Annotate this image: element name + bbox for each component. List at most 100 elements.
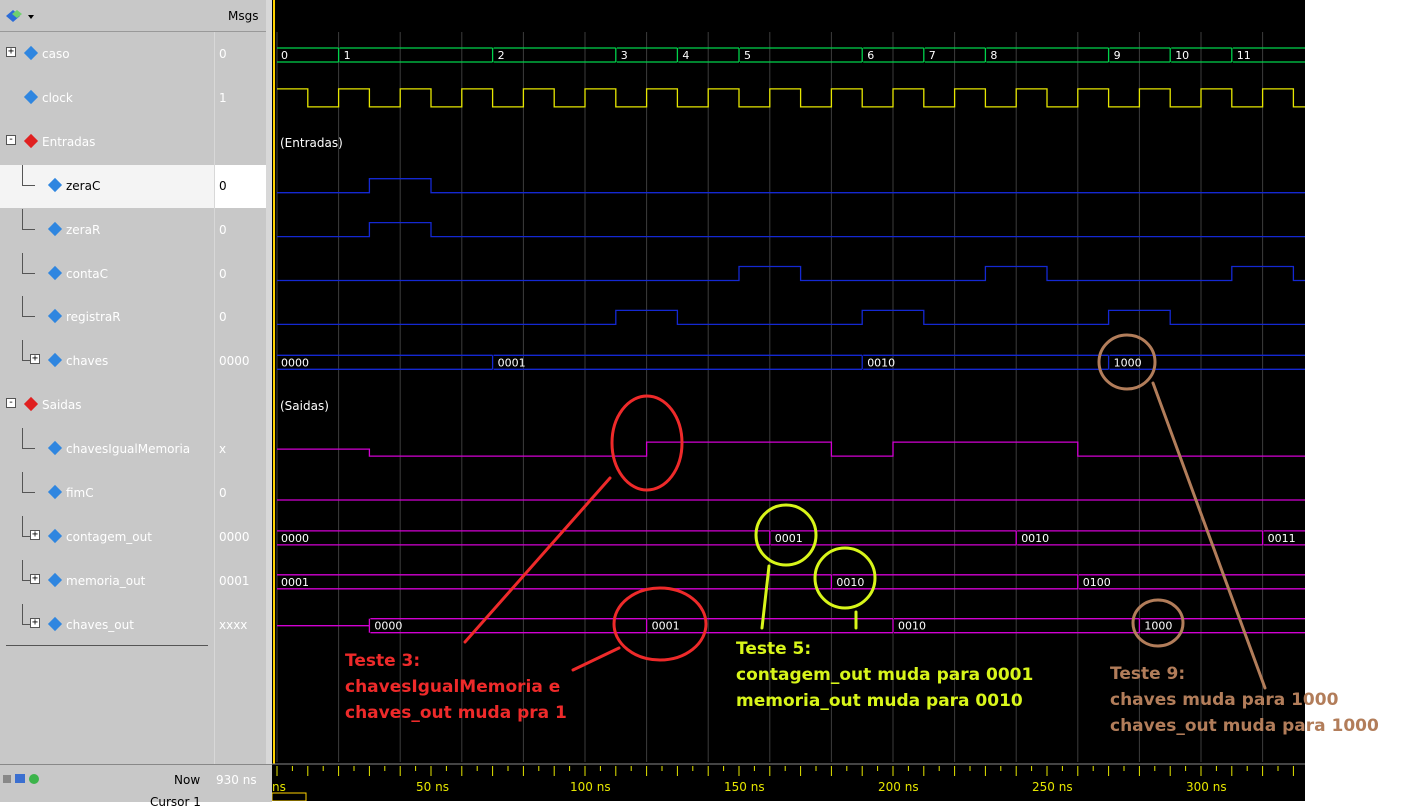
bus-value-label-chaves_out: 0000	[374, 620, 402, 633]
annotation-teste-3: Teste 3: chavesIgualMemoria e chaves_out…	[345, 648, 567, 726]
tree-connector	[22, 164, 35, 186]
signal-value: 0000	[219, 529, 250, 544]
bus-value-label-chaves: 0010	[867, 356, 895, 369]
signal-row-contagem_out[interactable]: + contagem_out	[0, 515, 214, 559]
bus-value-label-memoria_out: 0100	[1083, 576, 1111, 589]
timeline-tick-label: 100 ns	[570, 780, 611, 794]
signal-name: caso	[42, 47, 70, 61]
annotation-teste-9-title: Teste 9:	[1110, 664, 1186, 684]
timeline-tick-label: ns	[272, 780, 286, 794]
signal-diamond-icon	[47, 221, 63, 236]
signal-row-fimC[interactable]: fimC	[0, 472, 214, 515]
signal-diamond-icon	[47, 441, 63, 456]
toolbar-icons[interactable]	[2, 771, 42, 785]
signal-row-caso[interactable]: + caso	[0, 33, 214, 76]
now-label: Now	[174, 773, 201, 787]
expand-icon[interactable]: +	[30, 354, 40, 365]
now-value: 930 ns	[216, 773, 257, 787]
bit-wave-zeraR	[277, 221, 1305, 238]
annotation-teste-5-title: Teste 5:	[736, 639, 812, 659]
collapse-icon[interactable]: -	[6, 134, 16, 145]
expand-icon[interactable]: +	[30, 529, 40, 540]
tree-connector	[22, 208, 35, 230]
cursor-label: Cursor 1	[150, 795, 201, 809]
group-label-Saidas: (Saidas)	[280, 399, 329, 413]
wave-header-band	[272, 0, 1305, 32]
signal-name: chavesIgualMemoria	[66, 442, 191, 457]
bus-value-label-chaves: 0001	[498, 356, 526, 369]
collapse-icon[interactable]: -	[6, 398, 16, 409]
signal-name: memoria_out	[66, 573, 146, 588]
signal-row-zeraC[interactable]: zeraC	[0, 164, 214, 208]
value-row-fimC: 0	[215, 472, 267, 515]
signal-diamond-icon	[47, 353, 63, 368]
signal-values-pane: 0 1 0 0 0 0 0000 x 0 0000 0001 xxxx	[214, 0, 267, 801]
signal-row-chaves[interactable]: + chaves	[0, 340, 214, 383]
signal-diamond-icon	[47, 616, 63, 631]
status-bar: Now 930 ns Cursor 1	[0, 764, 272, 809]
bus-value-label-chaves_out: 0010	[898, 620, 926, 633]
value-row-chaves_out: xxxx	[215, 604, 267, 647]
bit-wave-registraR	[277, 309, 1305, 326]
signal-name: zeraC	[66, 178, 101, 193]
bus-value-label-contagem_out: 0001	[775, 532, 803, 545]
tree-connector	[22, 428, 35, 450]
signal-value: 0	[219, 266, 227, 281]
bus-value-label-chaves: 1000	[1114, 356, 1142, 369]
signal-row-Entradas[interactable]: - Entradas	[0, 121, 214, 164]
timeline-tick-label: 150 ns	[724, 780, 765, 794]
signal-row-chavesIgualMemoria[interactable]: chavesIgualMemoria	[0, 428, 214, 471]
bus-value-label-caso: 8	[990, 49, 997, 62]
tree-connector	[22, 252, 35, 274]
group-diamond-icon	[23, 133, 39, 148]
signal-diamond-icon	[47, 265, 63, 280]
signal-row-contaC[interactable]: contaC	[0, 252, 214, 296]
bus-value-label-memoria_out: 0010	[836, 576, 864, 589]
signal-row-zeraR[interactable]: zeraR	[0, 208, 214, 252]
value-row-chavesIgualMemoria: x	[215, 428, 267, 471]
annotation-teste-5-line1: contagem_out muda para 0001	[736, 665, 1034, 685]
value-row-clock: 1	[215, 77, 267, 120]
bus-value-label-caso: 0	[281, 49, 288, 62]
timeline-tick-label: 250 ns	[1032, 780, 1073, 794]
tree-connector	[22, 472, 35, 493]
signal-diamond-icon	[47, 528, 63, 543]
bus-value-label-caso: 4	[682, 49, 689, 62]
signal-name: Entradas	[42, 134, 96, 149]
bus-value-label-caso: 2	[498, 49, 505, 62]
msgs-header: Msgs	[214, 0, 266, 32]
annotation-teste-9: Teste 9: chaves muda para 1000 chaves_ou…	[1110, 661, 1379, 739]
signal-diamond-icon	[47, 309, 63, 324]
value-row-chaves: 0000	[215, 340, 267, 383]
clock-wave	[277, 88, 1305, 108]
signal-diamond-icon	[23, 89, 39, 104]
expand-icon[interactable]: +	[30, 573, 40, 584]
group-label-Entradas: (Entradas)	[280, 136, 343, 150]
value-row-caso: 0	[215, 33, 267, 76]
bus-value-label-caso: 1	[344, 49, 351, 62]
expand-icon[interactable]: +	[30, 617, 40, 628]
signal-value: 0	[219, 222, 227, 237]
value-row-zeraR: 0	[215, 209, 267, 252]
signal-name: clock	[42, 90, 73, 105]
signal-row-registraR[interactable]: registraR	[0, 296, 214, 339]
annotation-teste-9-line2: chaves_out muda para 1000	[1110, 716, 1379, 736]
bus-value-label-caso: 9	[1114, 49, 1121, 62]
bit-wave-zeraC	[277, 178, 1305, 194]
bit-wave-contaC	[277, 265, 1305, 282]
signal-row-memoria_out[interactable]: + memoria_out	[0, 559, 214, 603]
signal-diamond-icon	[23, 45, 39, 61]
signal-value: x	[219, 442, 227, 457]
signal-diamond-icon	[47, 484, 63, 500]
expand-icon[interactable]: +	[6, 47, 16, 57]
signal-row-clock[interactable]: clock	[0, 77, 214, 120]
signal-row-chaves_out[interactable]: + chaves_out	[0, 603, 214, 647]
bus-value-label-caso: 7	[929, 49, 936, 62]
annotation-teste-5: Teste 5: contagem_out muda para 0001 mem…	[736, 636, 1033, 714]
signal-name: registraR	[66, 310, 121, 325]
wave-menu-icon[interactable]	[4, 8, 34, 22]
signal-value: 0000	[219, 354, 250, 369]
signal-value: 0	[219, 47, 227, 61]
signal-row-Saidas[interactable]: - Saidas	[0, 384, 214, 427]
bus-value-label-caso: 11	[1237, 49, 1251, 62]
